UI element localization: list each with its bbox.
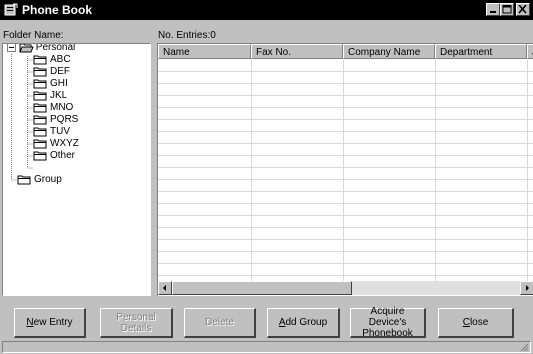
tree-node-label: DEF <box>50 66 70 78</box>
close-window-button[interactable] <box>516 3 530 16</box>
window-title: Phone Book <box>22 3 93 17</box>
new-entry-button[interactable]: New Entry <box>14 308 86 338</box>
resize-grip-icon[interactable] <box>519 342 529 352</box>
open-folder-icon <box>19 44 34 53</box>
add-group-button[interactable]: Add Group <box>267 308 340 338</box>
folder-icon <box>33 139 47 149</box>
folder-icon <box>33 103 47 113</box>
tree-node-label: MNO <box>50 102 74 114</box>
column-header-department[interactable]: Department <box>435 44 527 59</box>
folder-tree[interactable]: Personal ABC DEF GHI JKL MNO PQRS TUV WX… <box>2 43 151 296</box>
column-header-fax[interactable]: Fax No. <box>251 44 343 59</box>
grid-row-line <box>158 131 533 132</box>
close-button[interactable]: Close <box>438 308 514 338</box>
tree-node-label: Group <box>34 174 62 186</box>
collapse-icon[interactable] <box>7 43 16 52</box>
delete-button[interactable]: Delete <box>184 308 256 338</box>
maximize-icon <box>502 5 512 14</box>
arrow-left-icon <box>163 285 166 291</box>
acquire-phonebook-button[interactable]: Acquire Device's Phonebook <box>350 306 426 339</box>
grid-row-line <box>158 179 533 180</box>
phone-book-window: Phone Book Folder Name: No. Entries:0 Pe… <box>0 0 533 354</box>
tree-node-label: GHI <box>50 78 68 90</box>
entries-count-label: No. Entries:0 <box>158 30 216 41</box>
arrow-right-icon <box>526 285 529 291</box>
folder-name-label: Folder Name: <box>3 30 64 41</box>
tree-node-label: Other <box>50 150 76 162</box>
grid-column-line <box>251 59 252 281</box>
grid-row-line <box>158 251 533 252</box>
tree-node-label: Personal <box>35 43 76 54</box>
tree-node-ghi[interactable]: GHI <box>33 78 68 90</box>
tree-node-label: JKL <box>50 90 68 102</box>
grid-row-line <box>158 239 533 240</box>
tree-node-tuv[interactable]: TUV <box>33 126 70 138</box>
tree-node-abc[interactable]: ABC <box>33 54 71 66</box>
minimize-icon <box>490 11 496 13</box>
folder-icon <box>17 175 31 185</box>
grid-column-line <box>343 59 344 281</box>
scroll-left-button[interactable] <box>158 281 172 295</box>
horizontal-scrollbar[interactable] <box>158 281 533 295</box>
title-bar[interactable]: Phone Book <box>0 0 533 20</box>
grid-column-line <box>527 59 528 281</box>
tree-node-personal[interactable]: Personal <box>7 43 76 54</box>
tree-node-def[interactable]: DEF <box>33 66 70 78</box>
status-bar <box>2 341 531 353</box>
folder-icon <box>33 151 47 161</box>
grid-row-line <box>158 275 533 276</box>
tree-node-wxyz[interactable]: WXYZ <box>33 138 79 150</box>
grid-row-line <box>158 227 533 228</box>
tree-node-jkl[interactable]: JKL <box>33 90 67 102</box>
grid-row-line <box>158 215 533 216</box>
tree-node-group[interactable]: Group <box>17 174 62 186</box>
folder-icon <box>33 115 47 125</box>
grid-row-line <box>158 203 533 204</box>
grid-column-line <box>435 59 436 281</box>
column-header-extra[interactable]: J <box>527 44 533 59</box>
grid-row-line <box>158 83 533 84</box>
phone-book-icon <box>4 3 18 16</box>
folder-icon <box>33 91 47 101</box>
tree-node-pqrs[interactable]: PQRS <box>33 114 78 126</box>
minimize-button[interactable] <box>486 3 500 16</box>
folder-icon <box>33 79 47 89</box>
tree-node-label: ABC <box>50 54 71 66</box>
grid-row-line <box>158 119 533 120</box>
grid-row-line <box>158 71 533 72</box>
scroll-right-button[interactable] <box>520 281 533 295</box>
personal-details-button[interactable]: Personal Details <box>100 308 173 338</box>
grid-row-line <box>158 107 533 108</box>
folder-icon <box>33 67 47 77</box>
tree-node-label: TUV <box>50 126 70 138</box>
entries-list[interactable]: Name Fax No. Company Name Department J <box>157 43 533 296</box>
grid-row-line <box>158 167 533 168</box>
folder-icon <box>33 55 47 65</box>
grid-row-line <box>158 155 533 156</box>
close-icon <box>518 5 527 14</box>
folder-icon <box>33 127 47 137</box>
grid-row-line <box>158 263 533 264</box>
column-header-company[interactable]: Company Name <box>343 44 435 59</box>
column-header-name[interactable]: Name <box>158 44 251 59</box>
scroll-thumb[interactable] <box>172 281 352 295</box>
tree-node-mno[interactable]: MNO <box>33 102 73 114</box>
tree-node-other[interactable]: Other <box>33 150 75 162</box>
grid-row-line <box>158 143 533 144</box>
tree-node-label: WXYZ <box>50 138 79 150</box>
tree-node-label: PQRS <box>50 114 79 126</box>
grid-row-line <box>158 191 533 192</box>
grid-row-line <box>158 95 533 96</box>
maximize-button[interactable] <box>500 3 514 16</box>
